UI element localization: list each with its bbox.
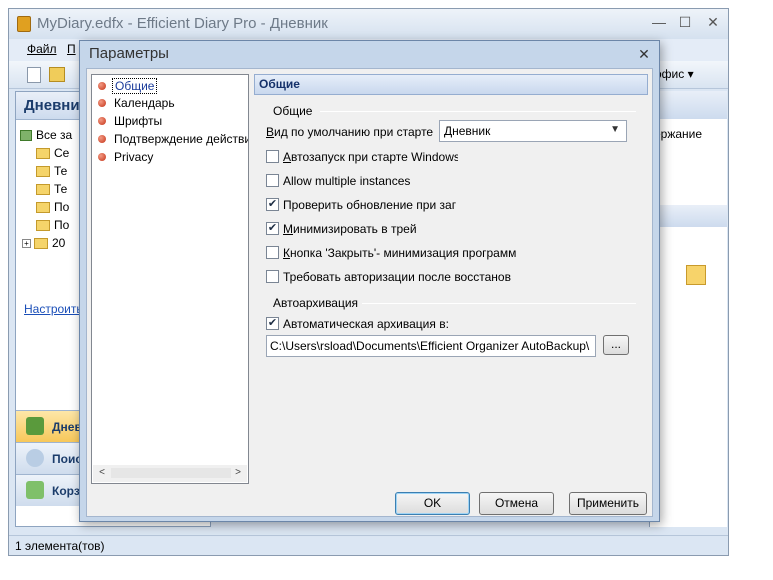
dialog-titlebar[interactable]: Параметры ✕ [80,41,659,68]
right-column-header[interactable]: ержание [654,127,702,141]
cancel-button[interactable]: Отмена [479,492,554,515]
folder-icon [36,166,50,178]
apply-button[interactable]: Применить [569,492,647,515]
expand-icon[interactable]: + [22,239,31,249]
tree-item[interactable]: Се [36,146,69,164]
check-icon[interactable]: ✔ [266,317,279,331]
checkbox-box[interactable] [266,246,279,260]
tree-item-all-entries[interactable]: Все за [20,128,72,146]
checkbox-box[interactable] [266,150,279,164]
default-view-label: Вид по умолчанию при старте [266,125,434,139]
dialog-close-button[interactable]: ✕ [635,45,653,63]
new-document-icon[interactable] [27,67,41,83]
folder-icon [34,238,48,250]
open-folder-icon[interactable] [49,67,65,82]
checkbox-multiple-instances[interactable]: Allow multiple instances [266,173,566,190]
group-divider [362,303,636,304]
checkbox-require-auth[interactable]: Требовать авторизации после восстанов [266,269,566,286]
main-window-title: MyDiary.edfx - Efficient Diary Pro - Дне… [37,15,328,32]
maximize-button[interactable]: ☐ [673,13,697,31]
right-pane-subheader [650,205,727,227]
checkbox-autostart[interactable]: Автозапуск при старте Windows [266,149,458,166]
folder-icon [36,184,50,196]
tree-item[interactable]: По [36,200,69,218]
category-calendar[interactable]: Календарь [98,96,177,113]
bullet-icon [98,81,106,90]
main-titlebar: MyDiary.edfx - Efficient Diary Pro - Дне… [9,9,728,39]
default-view-select[interactable]: Дневник ▼ [439,120,627,142]
tree-item[interactable]: Те [36,164,67,182]
category-list: Общие Календарь Шрифты Подтверждение дей… [91,74,249,484]
checkbox-check-updates[interactable]: ✔ Проверить обновление при заг [266,197,460,214]
category-fonts[interactable]: Шрифты [98,114,164,131]
category-horizontal-scrollbar[interactable]: < > [93,465,247,482]
scroll-right-arrow[interactable]: > [231,466,245,480]
folder-icon [36,148,50,160]
scroll-left-arrow[interactable]: < [95,466,109,480]
diary-icon [26,417,44,435]
checkbox-minimize-to-tray[interactable]: ✔ Минимизировать в трей [266,221,566,238]
right-pane-header [650,91,727,119]
bullet-icon [98,134,106,143]
all-entries-icon [20,130,32,142]
configure-link[interactable]: Настроить [24,302,83,316]
checkbox-close-minimizes[interactable]: Кнопка 'Закрыть'- минимизация программ [266,245,566,262]
search-icon [26,449,44,467]
checkbox-box[interactable] [266,174,279,188]
left-pane-title: Дневни [24,97,80,114]
scroll-track[interactable] [111,468,231,478]
checkbox-box[interactable] [266,270,279,284]
tree-item[interactable]: По [36,218,69,236]
autoarchive-group-label: Автоархивация [273,296,359,310]
tree-item[interactable]: +20 [22,236,65,254]
recycle-bin-icon [26,481,44,499]
menu-second[interactable]: П [67,42,76,56]
folder-icon [36,220,50,232]
group-divider [320,111,636,112]
chevron-down-icon: ▼ [610,124,620,135]
minimize-button[interactable]: — [647,13,671,31]
bullet-icon [98,152,106,161]
category-privacy[interactable]: Privacy [98,150,155,167]
settings-dialog: Параметры ✕ Общие Календарь Шрифты Подтв… [79,40,660,522]
tree-item[interactable]: Те [36,182,67,200]
category-general[interactable]: Общие [98,78,158,96]
right-pane: ержание [649,91,727,527]
category-confirmations[interactable]: Подтверждение действи [98,132,248,149]
close-button[interactable]: ✕ [701,13,725,31]
align-icon[interactable] [686,265,706,285]
section-header: Общие [254,74,648,95]
general-group-label: Общие [273,104,313,118]
bullet-icon [98,98,106,107]
check-icon[interactable]: ✔ [266,222,279,236]
app-icon [17,16,31,32]
dialog-title: Параметры [89,45,169,62]
statusbar: 1 элемента(тов) [9,535,728,555]
ok-button[interactable]: OK [395,492,470,515]
status-text: 1 элемента(тов) [15,539,105,553]
browse-button[interactable]: ... [603,335,629,355]
autoarchive-path-input[interactable]: C:\Users\rsload\Documents\Efficient Orga… [266,335,596,357]
check-icon[interactable]: ✔ [266,198,279,212]
bullet-icon [98,116,106,125]
toolbar-office-dropdown[interactable]: офис ▾ [655,67,694,81]
checkbox-autoarchive[interactable]: ✔ Автоматическая архивация в: [266,316,566,333]
menu-file[interactable]: Файл [27,42,57,56]
folder-icon [36,202,50,214]
section-header-title: Общие [259,77,300,91]
dialog-client: Общие Календарь Шрифты Подтверждение дей… [86,68,653,517]
